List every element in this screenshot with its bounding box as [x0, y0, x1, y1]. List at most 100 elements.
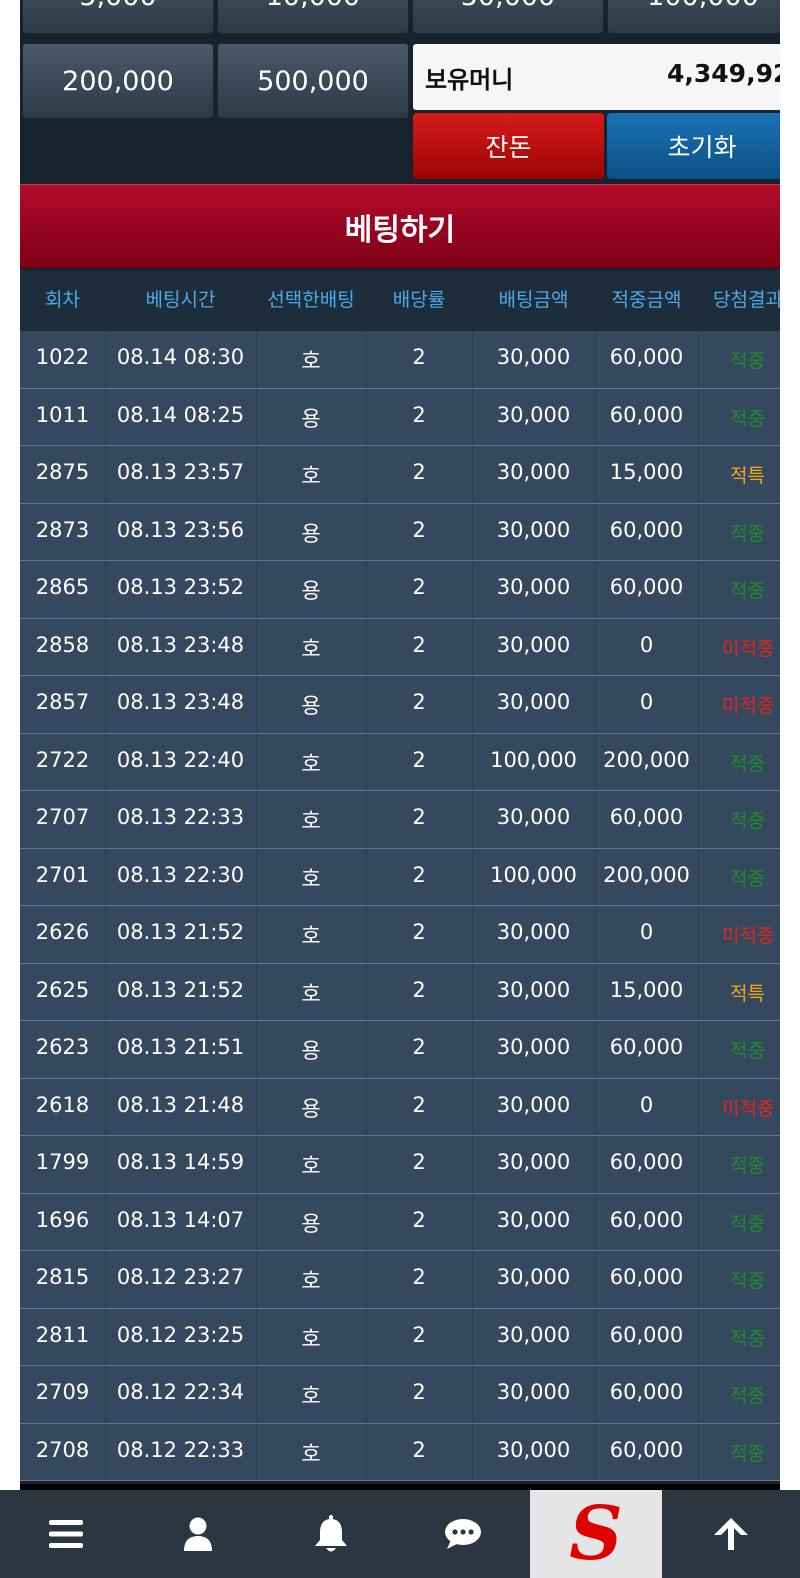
table-row: 2865 08.13 23:52 용 2 30,000 60,000 적중 — [20, 561, 780, 619]
cell-win-amount: 0 — [639, 690, 654, 714]
cell-odds: 2 — [412, 1322, 426, 1347]
balance-box: 보유머니 4,349,920 — [413, 44, 780, 110]
cell-win-amount: 60,000 — [609, 1437, 684, 1462]
cell-selection: 용 — [301, 1096, 321, 1121]
cell-bet-time: 08.13 21:52 — [116, 977, 245, 1002]
cell-round: 2811 — [35, 1322, 90, 1347]
table-row: 1696 08.13 14:07 용 2 30,000 60,000 적중 — [20, 1193, 780, 1251]
change-button[interactable]: 잔돈 — [413, 113, 604, 179]
header-bet-amount: 배팅금액 — [498, 289, 569, 311]
cell-round: 2709 — [35, 1380, 90, 1404]
cell-win-amount: 60,000 — [609, 1322, 684, 1347]
cell-win-amount: 60,000 — [609, 1150, 684, 1174]
cell-result: 미적중 — [722, 695, 775, 717]
chip-button[interactable]: 5,000 — [22, 0, 214, 34]
cell-bet-amount: 100,000 — [490, 747, 577, 772]
cell-odds: 2 — [412, 1150, 426, 1174]
cell-selection: 용 — [301, 1039, 321, 1063]
cell-odds: 2 — [412, 862, 426, 887]
cell-result: 적중 — [730, 1040, 765, 1062]
cell-selection: 호 — [301, 981, 321, 1006]
cell-win-amount: 0 — [639, 920, 654, 944]
cell-result: 적중 — [730, 1327, 765, 1350]
cell-bet-time: 08.12 22:34 — [116, 1380, 245, 1404]
header-selection: 선택한배팅 — [267, 289, 355, 311]
cell-bet-amount: 30,000 — [496, 1380, 571, 1404]
cell-result: 적특 — [730, 982, 765, 1005]
cell-round: 2701 — [35, 862, 90, 887]
table-row: 2875 08.13 23:57 호 2 30,000 15,000 적특 — [20, 446, 780, 504]
cell-result: 적중 — [730, 1385, 765, 1407]
chip-button[interactable]: 500,000 — [217, 43, 409, 119]
cell-selection: 호 — [301, 809, 321, 833]
cell-win-amount: 60,000 — [609, 1380, 684, 1404]
cell-bet-amount: 30,000 — [496, 690, 571, 714]
cell-selection: 호 — [301, 1384, 321, 1408]
cell-win-amount: 0 — [639, 632, 654, 657]
table-row: 2618 08.13 21:48 용 2 30,000 0 미적중 — [20, 1078, 780, 1136]
cell-bet-time: 08.14 08:30 — [116, 345, 245, 369]
cell-result: 적중 — [730, 752, 765, 775]
cell-round: 1022 — [35, 345, 90, 369]
cell-selection: 호 — [301, 1269, 321, 1293]
cell-selection: 용 — [301, 406, 321, 431]
chip-button[interactable]: 10,000 — [217, 0, 409, 34]
cell-selection: 호 — [301, 349, 321, 373]
cell-selection: 호 — [301, 866, 321, 891]
table-row: 1022 08.14 08:30 호 2 30,000 60,000 적중 — [20, 331, 780, 389]
cell-bet-time: 08.13 14:07 — [116, 1207, 245, 1232]
cell-selection: 호 — [301, 1326, 321, 1351]
cell-round: 2865 — [35, 575, 90, 599]
chip-button[interactable]: 100,000 — [607, 0, 780, 34]
cell-bet-time: 08.13 21:51 — [116, 1035, 245, 1059]
cell-result: 미적중 — [722, 925, 775, 947]
chip-button[interactable]: 50,000 — [412, 0, 604, 34]
bottom-nav: S — [0, 1490, 800, 1578]
profile-button[interactable] — [132, 1490, 264, 1578]
cell-win-amount: 0 — [639, 1092, 654, 1117]
cell-round: 2875 — [35, 460, 90, 484]
cell-odds: 2 — [412, 402, 426, 427]
cell-bet-time: 08.12 23:27 — [116, 1265, 245, 1289]
cell-round: 2815 — [35, 1265, 90, 1289]
place-bet-button[interactable]: 베팅하기 — [20, 184, 780, 268]
cell-selection: 호 — [301, 751, 321, 776]
cell-bet-amount: 30,000 — [496, 345, 571, 369]
cell-odds: 2 — [412, 460, 426, 484]
chip-button[interactable]: 200,000 — [22, 43, 214, 119]
betting-panel: 5,000 10,000 50,000 100,000 200,000 500,… — [20, 0, 780, 1500]
menu-button[interactable] — [0, 1490, 132, 1578]
header-odds: 배당률 — [392, 289, 446, 311]
notifications-button[interactable] — [265, 1490, 397, 1578]
cell-result: 적중 — [730, 1155, 765, 1177]
scroll-top-button[interactable] — [662, 1490, 800, 1578]
reset-button[interactable]: 초기화 — [607, 113, 780, 179]
cell-odds: 2 — [412, 1092, 426, 1117]
cell-bet-time: 08.12 22:33 — [116, 1437, 245, 1462]
cell-odds: 2 — [412, 747, 426, 772]
table-row: 2811 08.12 23:25 호 2 30,000 60,000 적중 — [20, 1308, 780, 1366]
bell-icon — [315, 1515, 347, 1552]
user-icon — [184, 1517, 212, 1551]
cell-bet-time: 08.13 21:48 — [116, 1092, 245, 1117]
chat-button[interactable] — [397, 1490, 529, 1578]
cell-bet-amount: 30,000 — [496, 1437, 571, 1462]
cell-result: 적중 — [730, 1442, 765, 1465]
cell-bet-amount: 30,000 — [496, 575, 571, 599]
cell-bet-amount: 30,000 — [496, 1322, 571, 1347]
cell-bet-time: 08.13 23:57 — [116, 460, 245, 484]
cell-bet-time: 08.13 14:59 — [116, 1150, 245, 1174]
cell-bet-time: 08.13 22:30 — [116, 862, 245, 887]
logo-button[interactable]: S — [530, 1490, 662, 1578]
chat-icon — [445, 1519, 481, 1549]
table-row: 2722 08.13 22:40 호 2 100,000 200,000 적중 — [20, 733, 780, 791]
table-row: 2815 08.12 23:27 호 2 30,000 60,000 적중 — [20, 1251, 780, 1309]
cell-bet-amount: 30,000 — [496, 1035, 571, 1059]
cell-bet-time: 08.13 22:40 — [116, 747, 245, 772]
cell-win-amount: 60,000 — [609, 575, 684, 599]
cell-bet-time: 08.13 21:52 — [116, 920, 245, 944]
cell-selection: 호 — [301, 1441, 321, 1466]
cell-result: 미적중 — [722, 1097, 775, 1120]
cell-bet-time: 08.14 08:25 — [116, 402, 245, 427]
cell-selection: 용 — [301, 1211, 321, 1236]
